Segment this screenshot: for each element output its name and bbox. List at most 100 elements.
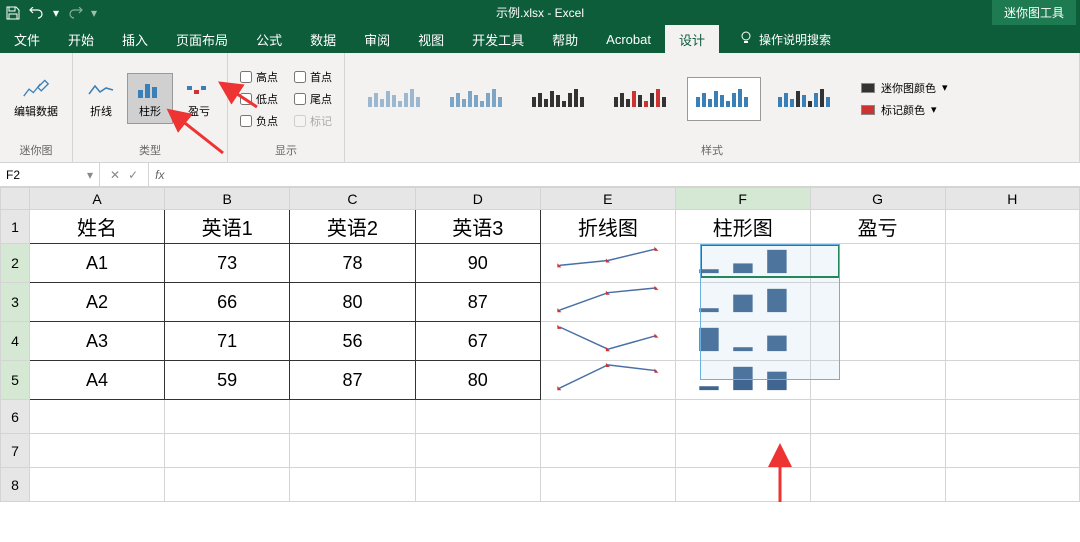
cell[interactable]: 71 [165, 322, 290, 361]
cell[interactable] [945, 468, 1080, 502]
cell[interactable]: 柱形图 [675, 210, 810, 244]
cancel-icon[interactable]: ✕ [110, 168, 120, 182]
cell[interactable] [810, 244, 945, 283]
name-box[interactable]: F2 ▾ [0, 163, 100, 186]
row-header-6[interactable]: 6 [1, 400, 30, 434]
row-header-4[interactable]: 4 [1, 322, 30, 361]
row-header-2[interactable]: 2 [1, 244, 30, 283]
cell[interactable]: 67 [415, 322, 540, 361]
cell[interactable] [165, 400, 290, 434]
edit-data-button[interactable]: 编辑数据 [6, 74, 66, 123]
tab-home[interactable]: 开始 [54, 25, 108, 53]
row-header-8[interactable]: 8 [1, 468, 30, 502]
tab-help[interactable]: 帮助 [538, 25, 592, 53]
undo-dropdown-icon[interactable]: ▾ [52, 4, 60, 22]
col-header-e[interactable]: E [540, 188, 675, 210]
cell[interactable] [945, 210, 1080, 244]
row-header-7[interactable]: 7 [1, 434, 30, 468]
cell[interactable] [675, 400, 810, 434]
cell[interactable]: 73 [165, 244, 290, 283]
cell[interactable] [945, 283, 1080, 322]
neg-point-checkbox[interactable]: 负点 [240, 113, 278, 129]
tab-review[interactable]: 审阅 [350, 25, 404, 53]
col-header-d[interactable]: D [415, 188, 540, 210]
sparkline-line-cell[interactable] [540, 283, 675, 322]
cell[interactable] [945, 322, 1080, 361]
col-header-h[interactable]: H [945, 188, 1080, 210]
cell[interactable]: 英语1 [165, 210, 290, 244]
cell[interactable] [810, 361, 945, 400]
cell[interactable]: 78 [290, 244, 415, 283]
tab-developer[interactable]: 开发工具 [458, 25, 538, 53]
line-type-button[interactable]: 折线 [79, 74, 123, 123]
cell[interactable]: 80 [415, 361, 540, 400]
cell[interactable] [415, 468, 540, 502]
sparkline-line-cell[interactable] [540, 322, 675, 361]
tab-data[interactable]: 数据 [296, 25, 350, 53]
tab-view[interactable]: 视图 [404, 25, 458, 53]
marker-color-button[interactable]: 标记颜色 ▾ [861, 102, 948, 118]
save-icon[interactable] [4, 4, 22, 22]
spreadsheet-grid[interactable]: A B C D E F G H 1 姓名 英语1 英语2 英语3 折线图 柱形图… [0, 187, 1080, 502]
row-header-3[interactable]: 3 [1, 283, 30, 322]
sparkline-color-button[interactable]: 迷你图颜色 ▾ [861, 80, 948, 96]
cell[interactable]: 59 [165, 361, 290, 400]
row-header-5[interactable]: 5 [1, 361, 30, 400]
fx-icon[interactable]: fx [149, 168, 170, 182]
cell[interactable] [945, 244, 1080, 283]
cell[interactable]: 折线图 [540, 210, 675, 244]
style-item-2[interactable] [441, 77, 515, 121]
cell[interactable]: 80 [290, 283, 415, 322]
style-item-5[interactable] [687, 77, 761, 121]
cell[interactable]: 87 [290, 361, 415, 400]
cell[interactable] [290, 434, 415, 468]
tell-me-search[interactable]: 操作说明搜索 [727, 25, 843, 53]
col-header-g[interactable]: G [810, 188, 945, 210]
cell[interactable] [810, 434, 945, 468]
cell[interactable] [30, 400, 165, 434]
style-item-6[interactable] [769, 77, 843, 121]
cell[interactable] [810, 283, 945, 322]
tab-insert[interactable]: 插入 [108, 25, 162, 53]
sparkline-column-cell[interactable] [675, 361, 810, 400]
col-header-b[interactable]: B [165, 188, 290, 210]
cell[interactable] [810, 322, 945, 361]
cell[interactable]: A2 [30, 283, 165, 322]
tab-file[interactable]: 文件 [0, 25, 54, 53]
cell[interactable]: A4 [30, 361, 165, 400]
cell[interactable] [540, 468, 675, 502]
cell[interactable] [810, 400, 945, 434]
style-item-1[interactable] [359, 77, 433, 121]
name-box-dropdown-icon[interactable]: ▾ [87, 168, 93, 182]
cell[interactable] [415, 400, 540, 434]
high-point-checkbox[interactable]: 高点 [240, 69, 278, 85]
cell[interactable]: A1 [30, 244, 165, 283]
cell[interactable] [540, 400, 675, 434]
cell[interactable] [810, 468, 945, 502]
cell[interactable]: A3 [30, 322, 165, 361]
cell[interactable] [290, 468, 415, 502]
undo-icon[interactable] [28, 4, 46, 22]
select-all-corner[interactable] [1, 188, 30, 210]
winloss-type-button[interactable]: 盈亏 [177, 74, 221, 123]
cell[interactable] [415, 434, 540, 468]
sparkline-line-cell[interactable] [540, 244, 675, 283]
cell[interactable] [30, 434, 165, 468]
qat-customize-icon[interactable]: ▾ [90, 4, 98, 22]
enter-icon[interactable]: ✓ [128, 168, 138, 182]
cell[interactable]: 56 [290, 322, 415, 361]
first-point-checkbox[interactable]: 首点 [294, 69, 332, 85]
row-header-1[interactable]: 1 [1, 210, 30, 244]
cell[interactable]: 87 [415, 283, 540, 322]
sparkline-column-cell[interactable] [675, 322, 810, 361]
sparkline-column-cell[interactable] [675, 283, 810, 322]
tab-design[interactable]: 设计 [665, 25, 719, 53]
last-point-checkbox[interactable]: 尾点 [294, 91, 332, 107]
cell[interactable] [30, 468, 165, 502]
tab-acrobat[interactable]: Acrobat [592, 25, 665, 53]
cell[interactable] [945, 400, 1080, 434]
cell[interactable]: 英语2 [290, 210, 415, 244]
cell[interactable] [675, 468, 810, 502]
cell[interactable] [165, 468, 290, 502]
cell[interactable] [290, 400, 415, 434]
